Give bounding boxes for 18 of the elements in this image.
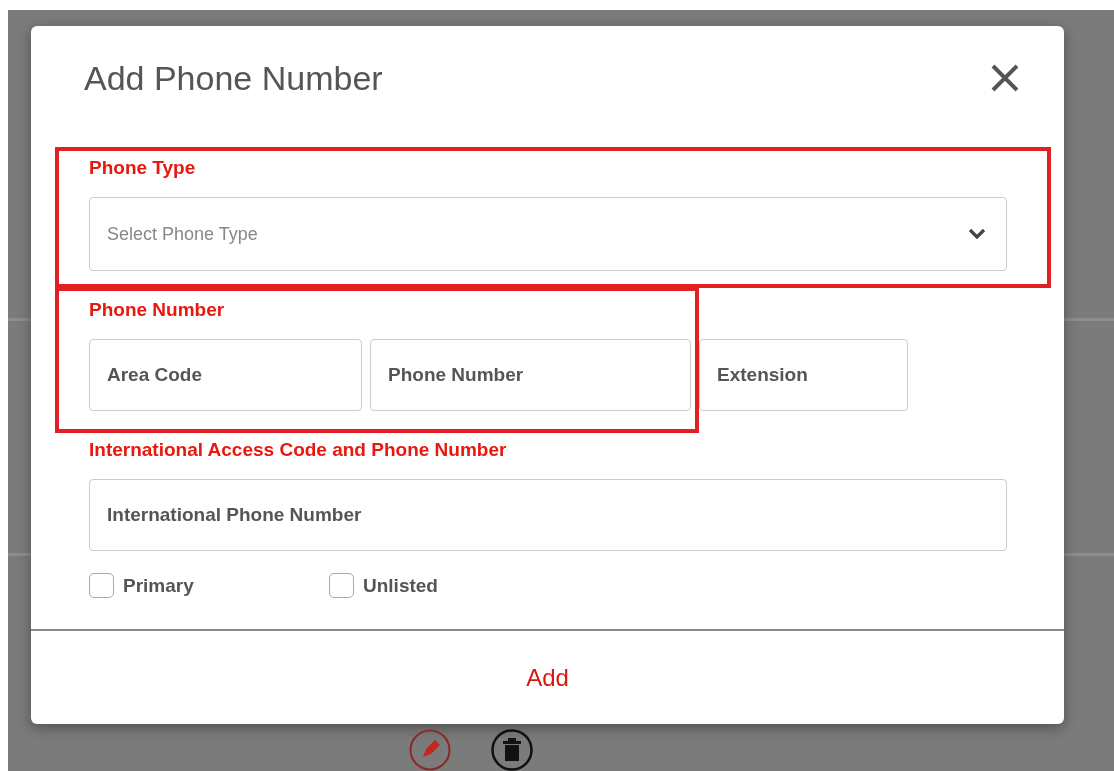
phone-type-dropdown[interactable]: Select Phone Type [89, 197, 1007, 271]
checkbox[interactable] [329, 573, 354, 598]
edit-icon[interactable] [409, 729, 451, 771]
phone-input[interactable]: Area Code [89, 339, 362, 411]
checkbox[interactable] [89, 573, 114, 598]
phone-input[interactable]: Phone Number [370, 339, 691, 411]
add-button[interactable]: Add [516, 659, 579, 696]
checkbox-label: Primary [123, 574, 194, 597]
field-label: International Access Code and Phone Number [89, 439, 508, 461]
phone-input[interactable]: Extension [699, 339, 908, 411]
dialog-title: Add Phone Number [84, 58, 383, 98]
international-phone-input[interactable]: International Phone Number [89, 479, 1007, 551]
trash-icon[interactable] [491, 729, 533, 771]
checkbox-label: Unlisted [363, 574, 438, 597]
chevron-down-icon [968, 228, 986, 240]
close-icon[interactable] [990, 63, 1020, 93]
field-label: Phone Type [89, 157, 197, 179]
field-label: Phone Number [89, 299, 226, 321]
